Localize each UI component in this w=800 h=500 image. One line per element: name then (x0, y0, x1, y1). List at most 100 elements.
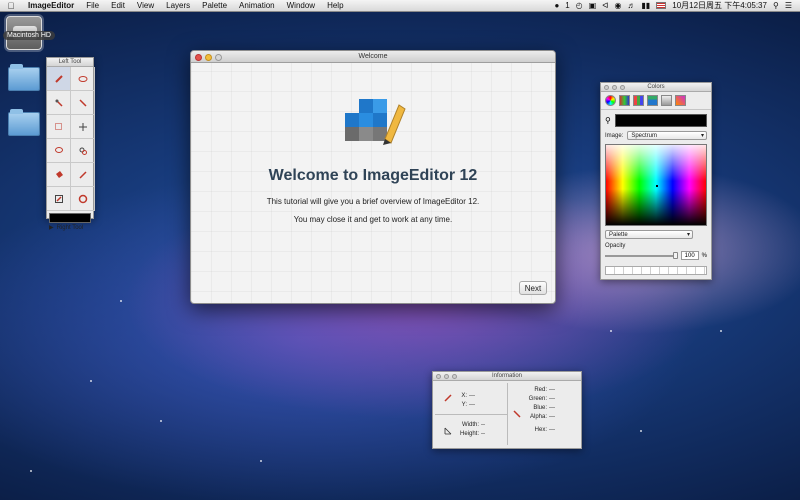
eraser-tool[interactable] (71, 67, 95, 91)
airbrush-tool[interactable] (71, 91, 95, 115)
welcome-line-1: This tutorial will give you a brief over… (266, 197, 480, 206)
crayons-tab-icon[interactable] (675, 95, 686, 106)
volume-icon[interactable]: ♬ (627, 1, 635, 10)
paint-bucket-icon (55, 170, 63, 178)
height-label: Height: (459, 431, 479, 437)
welcome-titlebar[interactable]: Welcome (191, 51, 555, 63)
zoom-button[interactable] (620, 85, 625, 90)
next-button[interactable]: Next (519, 281, 547, 295)
brush-tool[interactable] (47, 91, 71, 115)
folder-icon[interactable] (8, 64, 40, 91)
marquee-tool[interactable] (47, 115, 71, 139)
color-swatches[interactable] (605, 266, 707, 275)
lasso-tool[interactable] (47, 139, 71, 163)
menu-app-name[interactable]: ImageEditor (22, 0, 80, 12)
opacity-row: 100 % (601, 251, 711, 260)
alpha-label: Alpha: (529, 414, 547, 420)
shape-tool[interactable] (71, 187, 95, 211)
zoom-button[interactable] (452, 374, 457, 379)
info-titlebar[interactable]: Information (433, 372, 581, 381)
status-badge: 1 (565, 1, 570, 10)
green-label: Green: (528, 396, 547, 402)
pencils-tab-icon[interactable] (661, 95, 672, 106)
notification-icon[interactable]: ● (554, 1, 559, 10)
pencil-tool[interactable] (47, 67, 71, 91)
palettes-tab-icon[interactable] (633, 95, 644, 106)
x-value: --- (469, 393, 475, 399)
eyedropper-icon (513, 410, 521, 418)
hard-drive-label[interactable]: Macintosh HD (3, 31, 55, 40)
menu-palette[interactable]: Palette (196, 0, 233, 12)
image-palette-tab-icon[interactable] (647, 95, 658, 106)
screen-icon[interactable]: ▣ (589, 1, 597, 10)
minimize-button[interactable] (612, 85, 617, 90)
input-source-flag-icon[interactable] (656, 2, 667, 9)
zoom-button[interactable] (215, 54, 222, 61)
y-value: --- (469, 402, 475, 408)
bluetooth-icon[interactable]: ᐊ (602, 1, 608, 10)
menu-help[interactable]: Help (321, 0, 349, 12)
welcome-window-title: Welcome (358, 53, 388, 60)
eyedropper-icon (78, 170, 87, 179)
red-value: --- (549, 387, 555, 393)
minimize-button[interactable] (205, 54, 212, 61)
current-color-row: ⚲ (601, 110, 711, 129)
magnifier-icon[interactable]: ⚲ (605, 116, 611, 125)
image-select[interactable]: Spectrum (627, 131, 707, 140)
folder-icon[interactable] (8, 109, 40, 136)
minimize-button[interactable] (444, 374, 449, 379)
spotlight-icon[interactable]: ⚲ (773, 1, 779, 10)
time-machine-icon[interactable]: ◴ (576, 1, 583, 10)
eraser-icon (78, 75, 87, 82)
welcome-window: Welcome Welcome to ImageEditor 12 This t… (190, 50, 556, 304)
menu-view[interactable]: View (131, 0, 160, 12)
close-button[interactable] (436, 374, 441, 379)
menu-window[interactable]: Window (281, 0, 321, 12)
right-tool-row[interactable]: ▶ Right Tool (47, 223, 93, 232)
close-button[interactable] (195, 54, 202, 61)
battery-icon[interactable]: ▮▮ (641, 1, 650, 10)
move-tool[interactable] (71, 115, 95, 139)
opacity-input[interactable]: 100 (680, 251, 699, 260)
fill-tool[interactable] (47, 163, 71, 187)
opacity-label: Opacity (605, 243, 626, 249)
menu-file[interactable]: File (80, 0, 105, 12)
image-label: Image: (605, 132, 624, 139)
palette-select[interactable]: Palette (605, 230, 693, 239)
menu-layers[interactable]: Layers (160, 0, 196, 12)
close-button[interactable] (604, 85, 609, 90)
menu-edit[interactable]: Edit (105, 0, 131, 12)
hex-label: Hex: (534, 427, 547, 433)
spectrum-picker[interactable] (605, 144, 707, 226)
sliders-tab-icon[interactable] (619, 95, 630, 106)
color-wheel-tab-icon[interactable] (605, 95, 616, 106)
opacity-slider[interactable] (605, 251, 678, 259)
lasso-icon (54, 146, 63, 153)
opacity-label-row: Opacity (601, 241, 711, 251)
menu-animation[interactable]: Animation (233, 0, 281, 12)
welcome-heading: Welcome to ImageEditor 12 (268, 167, 478, 184)
color-well[interactable] (49, 213, 91, 223)
app-logo-icon (345, 99, 406, 145)
wifi-icon[interactable]: ◉ (614, 1, 621, 10)
information-panel: Information X: --- Y: --- Width: -- Heig… (432, 371, 582, 449)
menubar-clock[interactable]: 10月12日周五 下午4:05:37 (672, 0, 767, 11)
brush-icon (54, 98, 63, 107)
pencil-icon (54, 74, 63, 83)
eyedropper-tool[interactable] (71, 163, 95, 187)
notification-center-icon[interactable]: ☰ (785, 1, 792, 10)
disclosure-triangle-icon[interactable]: ▶ (49, 224, 54, 231)
airbrush-icon (78, 98, 87, 107)
y-label: Y: (461, 402, 467, 408)
colors-titlebar[interactable]: Colors (601, 83, 711, 92)
hex-value: --- (549, 427, 555, 433)
text-tool[interactable] (47, 187, 71, 211)
apple-menu-icon[interactable]:  (0, 1, 22, 11)
tools-palette: Left Tool ▶ Right Tool (46, 57, 95, 231)
clone-tool[interactable] (71, 139, 95, 163)
info-body: X: --- Y: --- Width: -- Height: -- Red: … (433, 381, 581, 449)
current-color-swatch[interactable] (614, 114, 707, 127)
right-tool-label: Right Tool (56, 224, 84, 231)
blue-label: Blue: (533, 405, 547, 411)
opacity-slider-knob[interactable] (672, 251, 678, 259)
